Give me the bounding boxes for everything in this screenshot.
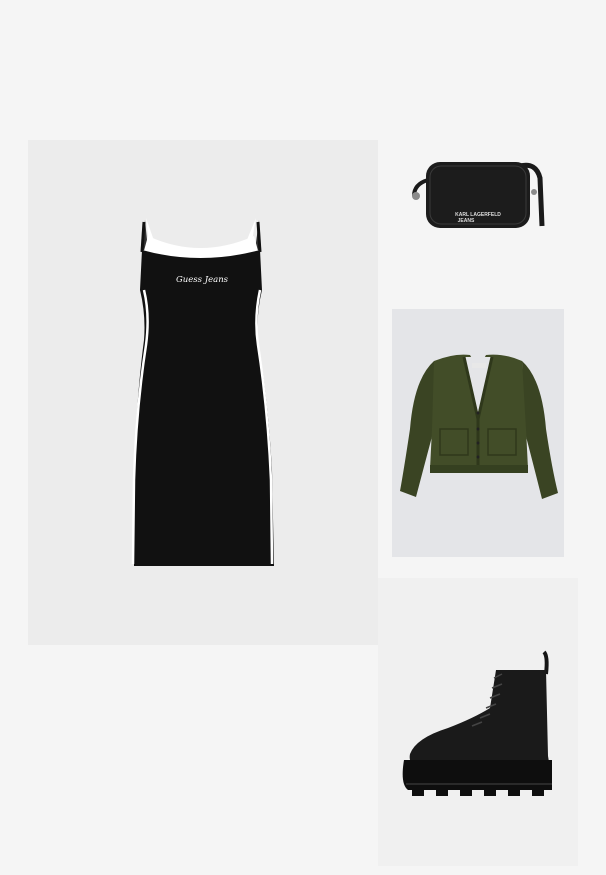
bag-product-tile[interactable]: KARL LAGERFELD JEANS	[400, 138, 560, 250]
bag-brand-line2: JEANS	[458, 218, 475, 224]
boot-upper	[409, 670, 550, 768]
boot-image	[402, 650, 552, 796]
cardigan-product-tile[interactable]	[392, 309, 564, 557]
dress-body	[134, 250, 274, 566]
bag-body	[426, 162, 530, 228]
boot-product-tile[interactable]	[378, 578, 578, 866]
boot-sole	[402, 760, 552, 790]
cardigan-image	[400, 354, 558, 499]
dress-image: Guess Jeans	[131, 218, 274, 566]
dress-logo: Guess Jeans	[176, 275, 229, 285]
bag-image: KARL LAGERFELD JEANS	[412, 162, 545, 228]
dress-product-tile[interactable]: Guess Jeans	[28, 140, 378, 645]
